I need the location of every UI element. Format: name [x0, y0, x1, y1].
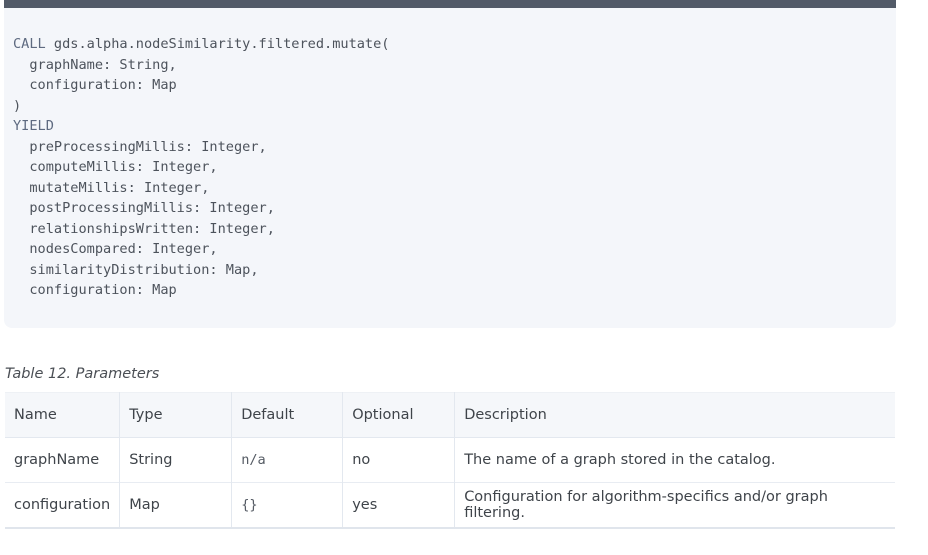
cell-description: Configuration for algorithm-specifics an…	[464, 488, 828, 521]
code-text: preProcessingMillis: Integer,	[13, 138, 267, 155]
cell-description: The name of a graph stored in the catalo…	[464, 452, 776, 468]
code-text: relationshipsWritten: Integer,	[13, 220, 275, 237]
cell-type: Map	[119, 482, 233, 528]
code-line: preProcessingMillis: Integer,	[13, 137, 896, 158]
column-header-default: Default	[231, 392, 344, 438]
column-header-name: Name	[5, 392, 121, 438]
code-text: graphName: String,	[13, 56, 177, 73]
cell-type: String	[119, 437, 233, 483]
code-text: postProcessingMillis: Integer,	[13, 200, 275, 216]
code-line: postProcessingMillis: Integer,	[13, 198, 896, 219]
code-text: gds.alpha.nodeSimilarity.filtered.mutate…	[45, 36, 390, 52]
code-keyword: CALL	[13, 36, 46, 52]
default-value-code: n/a	[241, 452, 266, 468]
default-value-code: {}	[241, 496, 258, 513]
table-row: configuration Map {} yes Configuration f…	[5, 482, 895, 528]
cell-name: graphName	[5, 437, 121, 483]
code-keyword: YIELD	[13, 118, 54, 134]
code-text: similarityDistribution: Map,	[13, 261, 259, 278]
code-line: nodesCompared: Integer,	[13, 239, 896, 260]
code-text: mutateMillis: Integer,	[13, 179, 210, 196]
table-header-row: Name Type Default Optional Description	[5, 392, 895, 438]
code-text: configuration: Map	[13, 77, 177, 93]
table-row: graphName String n/a no The name of a gr…	[5, 437, 895, 483]
cell-optional: yes	[342, 482, 456, 528]
code-text: computeMillis: Integer,	[13, 159, 218, 175]
table-caption: Table 12. Parameters	[5, 366, 160, 382]
code-text: )	[13, 97, 22, 114]
code-text: nodesCompared: Integer,	[13, 241, 218, 257]
code-line: )	[13, 96, 896, 117]
cell-default: n/a	[231, 437, 344, 483]
cell-optional: no	[342, 437, 456, 483]
code-text: configuration: Map	[13, 282, 177, 298]
code-line: configuration: Map	[13, 75, 896, 96]
column-header-description: Description	[464, 407, 547, 423]
column-header-type: Type	[119, 392, 233, 438]
cell-name: configuration	[5, 482, 121, 528]
code-line: similarityDistribution: Map,	[13, 260, 896, 281]
code-line: YIELD	[13, 116, 896, 137]
column-header-optional: Optional	[342, 392, 456, 438]
code-line: configuration: Map	[13, 280, 896, 301]
code-line: CALL gds.alpha.nodeSimilarity.filtered.m…	[13, 34, 896, 55]
code-line: graphName: String,	[13, 55, 896, 76]
parameters-table: Name Type Default Optional Description g…	[5, 392, 895, 529]
code-line: relationshipsWritten: Integer,	[13, 219, 896, 240]
code-block-header-bar	[4, 0, 896, 8]
code-line: computeMillis: Integer,	[13, 157, 896, 178]
code-line: mutateMillis: Integer,	[13, 178, 896, 199]
cell-default: {}	[231, 482, 344, 528]
code-block: CALL gds.alpha.nodeSimilarity.filtered.m…	[4, 8, 896, 328]
